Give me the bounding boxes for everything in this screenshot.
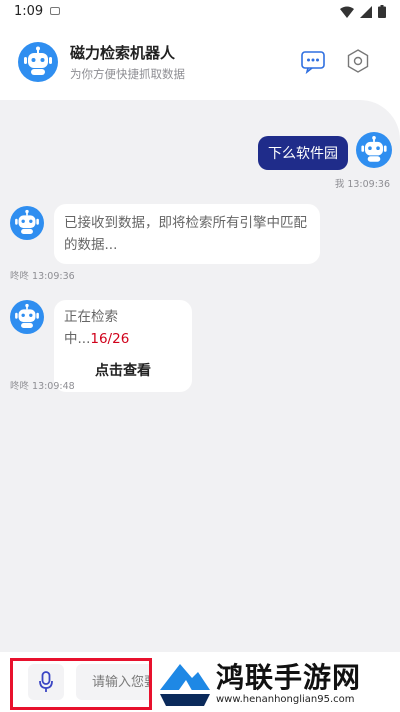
bot-progress-bubble: 正在检索中...16/26 点击查看: [54, 300, 192, 392]
settings-button[interactable]: [345, 48, 371, 74]
progress-count: 16/26: [90, 331, 130, 347]
status-icons: [340, 5, 386, 18]
settings-icon: [347, 49, 369, 73]
bot-message-bubble: 已接收到数据，即将检索所有引擎中匹配的数据...: [54, 204, 320, 264]
robot-icon: [24, 46, 52, 75]
battery-icon: [378, 5, 386, 18]
bot-avatar[interactable]: [18, 42, 58, 82]
robot-icon: [15, 209, 39, 235]
bot-avatar: [10, 300, 44, 334]
more-icon: [301, 51, 325, 75]
view-results-button[interactable]: 点击查看: [64, 360, 182, 382]
page-subtitle: 为你方便快捷抓取数据: [70, 67, 185, 81]
chat-header: 磁力检索机器人 为你方便快捷抓取数据: [0, 26, 400, 100]
user-message-bubble: 下么软件园: [258, 136, 348, 170]
page-title: 磁力检索机器人: [70, 44, 176, 62]
wifi-icon: [340, 6, 354, 18]
robot-icon: [15, 303, 39, 329]
robot-icon: [361, 136, 387, 162]
status-time: 1:09: [14, 4, 44, 19]
signal-icon: [360, 5, 372, 18]
chat-area[interactable]: 下么软件园 我 13:09:36 已接收到数据，即将检索所有引擎中匹配的数据..…: [0, 100, 400, 652]
bot-avatar: [10, 206, 44, 240]
status-bar: 1:09: [0, 0, 400, 26]
watermark-url: www.henanhonglian95.com: [216, 694, 355, 705]
watermark-logo-icon: [160, 664, 210, 706]
more-button[interactable]: [300, 48, 326, 75]
message-meta: 我 13:09:36: [334, 179, 390, 190]
notification-icon: [50, 7, 60, 15]
watermark: 鸿联手游网 www.henanhonglian95.com: [152, 654, 400, 712]
highlight-annotation: [10, 658, 152, 710]
message-meta: 咚咚 13:09:48: [10, 381, 75, 392]
message-meta: 咚咚 13:09:36: [10, 271, 75, 282]
user-avatar: [356, 132, 392, 168]
watermark-title: 鸿联手游网: [216, 661, 362, 694]
